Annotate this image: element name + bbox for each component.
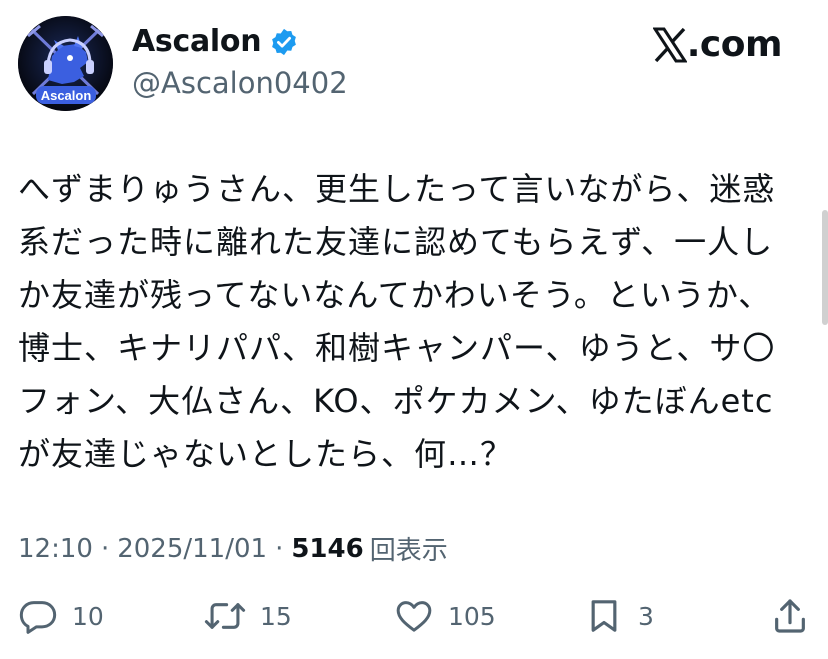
repost-button[interactable]: 15 <box>204 596 292 636</box>
scrollbar[interactable] <box>822 210 828 325</box>
tweet-line: 系だった時に離れた友達に認めてもらえず、一人し <box>18 223 774 261</box>
tweet-card: Ascalon Ascalon @Ascalon0402 .com へずまりゅう… <box>0 0 828 659</box>
display-name[interactable]: Ascalon <box>132 24 262 59</box>
views-count: 5146 <box>291 533 364 564</box>
tweet-line: が友達じゃないとしたら、何…？ <box>18 435 514 473</box>
share-button[interactable] <box>770 596 810 636</box>
like-button[interactable]: 105 <box>394 596 496 636</box>
brand-text: .com <box>686 24 783 65</box>
avatar-label: Ascalon <box>41 88 92 103</box>
meta-separator: · <box>275 533 284 564</box>
bookmark-icon <box>584 596 624 636</box>
repost-icon <box>204 596 246 636</box>
tweet-line: か友達が残ってないなんてかわいそう。というか、 <box>18 276 772 314</box>
reply-icon <box>18 596 58 636</box>
verified-badge-icon <box>269 27 299 57</box>
x-logo-icon <box>651 27 688 63</box>
tweet-time[interactable]: 12:10 <box>18 534 93 564</box>
brand-x-com: .com <box>651 24 783 65</box>
author-name-row: Ascalon <box>132 24 299 59</box>
heart-icon <box>394 596 434 636</box>
like-count: 105 <box>448 601 496 631</box>
bookmark-count: 3 <box>638 601 654 631</box>
tweet-text: へずまりゅうさん、更生したって言いながら、迷惑 系だった時に離れた友達に認めても… <box>18 163 808 481</box>
action-bar: 10 15 105 3 <box>18 596 810 640</box>
tweet-line: フォン、大仏さん、KO、ポケカメン、ゆたぼんetc <box>18 382 774 420</box>
share-icon <box>770 596 810 636</box>
avatar-image: Ascalon <box>18 16 113 111</box>
tweet-date[interactable]: 2025/11/01 <box>117 534 267 564</box>
avatar[interactable]: Ascalon <box>18 16 113 111</box>
reply-button[interactable]: 10 <box>18 596 104 636</box>
views-label: 回表示 <box>369 536 448 566</box>
reply-count: 10 <box>72 601 104 631</box>
tweet-line: へずまりゅうさん、更生したって言いながら、迷惑 <box>18 170 776 208</box>
repost-count: 15 <box>260 601 292 631</box>
tweet-line: 博士、キナリパパ、和樹キャンパー、ゆうと、サ〇 <box>18 329 776 367</box>
author-handle[interactable]: @Ascalon0402 <box>132 66 348 100</box>
meta-separator: · <box>100 533 110 564</box>
tweet-meta: 12:10 · 2025/11/01 · 5146 回表示 <box>18 530 448 567</box>
bookmark-button[interactable]: 3 <box>584 596 654 636</box>
